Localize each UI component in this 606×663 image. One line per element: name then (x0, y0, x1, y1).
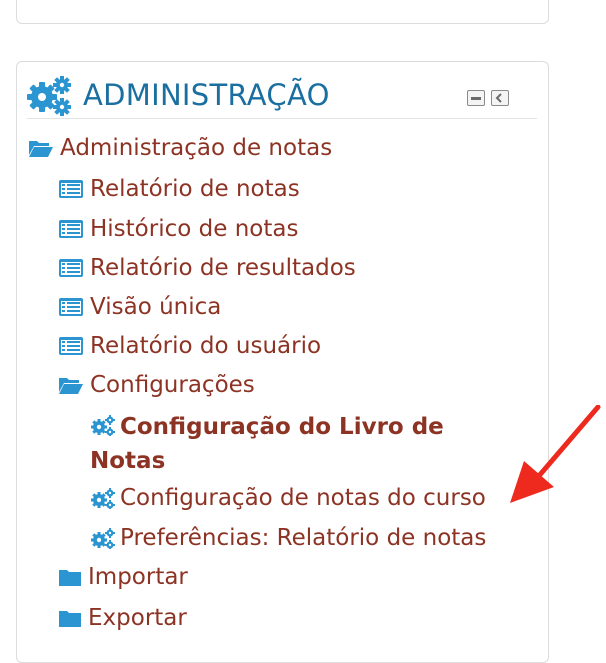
tree-item-label: Configuração do Livro de Notas (90, 414, 444, 474)
report-icon (59, 337, 83, 355)
tree-item-user-report[interactable]: Relatório do usuário (58, 330, 321, 362)
tree-item-export[interactable]: Exportar (58, 602, 187, 634)
folder-open-icon (29, 141, 53, 157)
tree-item-settings[interactable]: Configurações (58, 369, 255, 401)
gears-icon (91, 415, 115, 436)
tree-item-label: Relatório de resultados (90, 255, 356, 281)
folder-icon (59, 570, 81, 586)
tree-item-label: Relatório do usuário (90, 333, 322, 359)
report-icon (59, 180, 83, 198)
tree-item-single-view[interactable]: Visão única (58, 291, 221, 323)
gears-icon (27, 76, 71, 116)
tree-item-label: Configuração de notas do curso (120, 485, 486, 511)
report-icon (59, 220, 83, 238)
report-icon (59, 259, 83, 277)
tree-item-import[interactable]: Importar (58, 561, 188, 593)
gears-icon (91, 528, 115, 549)
block-title: ADMINISTRAÇÃO (83, 78, 330, 112)
tree-item-gradebook-setup[interactable]: Configuração do Livro de Notas (90, 410, 490, 478)
tree-item-preferences-grader-report[interactable]: Preferências: Relatório de notas (90, 522, 486, 554)
gears-icon (91, 488, 115, 509)
tree-item-grade-administration[interactable]: Administração de notas (28, 132, 332, 164)
tree-item-grade-history[interactable]: Histórico de notas (58, 213, 298, 245)
tree-item-label: Exportar (88, 605, 187, 631)
folder-icon (59, 611, 81, 627)
minimize-icon[interactable] (467, 90, 485, 106)
annotation-arrow (510, 405, 601, 503)
previous-block-card (16, 0, 549, 24)
tree-item-grader-report[interactable]: Relatório de notas (58, 173, 300, 205)
tree-item-label: Histórico de notas (90, 216, 299, 242)
folder-open-icon (59, 378, 83, 394)
tree-item-label: Administração de notas (60, 135, 333, 161)
dock-icon[interactable] (491, 90, 509, 106)
tree-item-label: Relatório de notas (90, 176, 300, 202)
tree-item-label: Preferências: Relatório de notas (120, 525, 487, 551)
report-icon (59, 298, 83, 316)
tree-item-outcomes-report[interactable]: Relatório de resultados (58, 252, 356, 284)
tree-item-label: Visão única (90, 294, 222, 320)
tree-item-label: Configurações (90, 372, 255, 398)
tree-item-label: Importar (88, 564, 188, 590)
tree-item-course-grade-settings[interactable]: Configuração de notas do curso (90, 482, 486, 514)
block-header: ADMINISTRAÇÃO (27, 72, 537, 119)
